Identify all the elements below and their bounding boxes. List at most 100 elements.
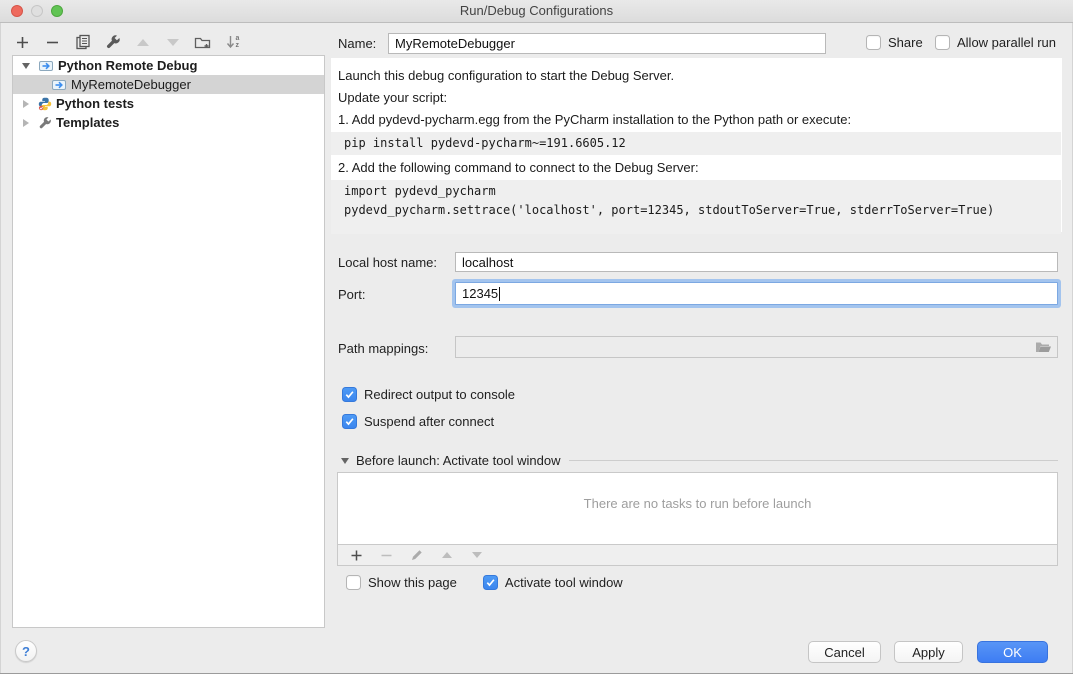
settrace-code: import pydevd_pycharm pydevd_pycharm.set… [331, 180, 1061, 234]
share-checkbox-row[interactable]: Share [866, 35, 923, 50]
tree-item-label: MyRemoteDebugger [71, 77, 191, 92]
checkmark-icon [344, 416, 355, 427]
move-down-button[interactable] [164, 34, 181, 51]
sort-configurations-button[interactable]: az [224, 34, 241, 51]
remove-configuration-button[interactable] [44, 34, 61, 51]
path-mappings-field[interactable] [455, 336, 1058, 358]
question-mark-icon: ? [22, 644, 30, 659]
description-step-2: 2. Add the following command to connect … [338, 157, 1062, 179]
help-button[interactable]: ? [15, 640, 37, 662]
tree-item-myremotedebugger[interactable]: MyRemoteDebugger [13, 75, 324, 94]
down-arrow-icon [472, 552, 482, 558]
configuration-editor: Name: Share Allow parallel run Launch th… [331, 25, 1073, 630]
sort-arrow-icon [226, 35, 235, 50]
checkmark-icon [485, 577, 496, 588]
tree-item-label: Templates [56, 115, 119, 130]
pencil-icon [410, 548, 424, 562]
remote-debug-config-icon [51, 78, 67, 92]
tree-item-label: Python tests [56, 96, 134, 111]
redirect-output-checkbox[interactable] [342, 387, 357, 402]
show-this-page-label: Show this page [368, 575, 457, 590]
suspend-after-connect-label: Suspend after connect [364, 414, 494, 429]
ok-button[interactable]: OK [977, 641, 1048, 663]
suspend-after-connect-checkbox[interactable] [342, 414, 357, 429]
copy-icon [75, 34, 91, 50]
show-this-page-checkbox[interactable] [346, 575, 361, 590]
allow-parallel-label: Allow parallel run [957, 35, 1056, 50]
apply-button-label: Apply [912, 645, 945, 660]
bottom-options-row: Show this page Activate tool window [346, 575, 623, 590]
text-cursor [499, 287, 500, 301]
move-task-down-button[interactable] [468, 547, 485, 564]
checkmark-icon [344, 389, 355, 400]
allow-parallel-checkbox-row[interactable]: Allow parallel run [935, 35, 1056, 50]
ok-button-label: OK [1003, 645, 1022, 660]
edit-templates-button[interactable] [104, 34, 121, 51]
section-divider [569, 460, 1058, 461]
settrace-code-line-1: import pydevd_pycharm [344, 182, 1055, 201]
port-value: 12345 [462, 286, 498, 301]
move-task-up-button[interactable] [438, 547, 455, 564]
description-step-1: 1. Add pydevd-pycharm.egg from the PyCha… [338, 109, 1062, 131]
port-input[interactable]: 12345 [455, 282, 1058, 305]
collapse-caret-icon[interactable] [341, 458, 349, 464]
new-folder-icon [194, 35, 211, 50]
pip-install-code: pip install pydevd-pycharm~=191.6605.12 [331, 132, 1061, 155]
before-launch-task-list[interactable]: There are no tasks to run before launch [337, 472, 1058, 545]
add-task-button[interactable] [348, 547, 365, 564]
cancel-button[interactable]: Cancel [808, 641, 881, 663]
redirect-output-row[interactable]: Redirect output to console [342, 387, 515, 402]
move-up-button[interactable] [134, 34, 151, 51]
expand-caret-icon[interactable] [21, 119, 31, 127]
local-host-input[interactable] [455, 252, 1058, 272]
plus-icon [15, 35, 30, 50]
allow-parallel-checkbox[interactable] [935, 35, 950, 50]
before-launch-title: Before launch: Activate tool window [356, 453, 561, 468]
create-folder-button[interactable] [194, 34, 211, 51]
remove-task-button[interactable] [378, 547, 395, 564]
remote-debug-config-icon [38, 59, 54, 73]
description-pane: Launch this debug configuration to start… [331, 58, 1062, 232]
empty-tasks-message: There are no tasks to run before launch [338, 496, 1057, 511]
add-configuration-button[interactable] [14, 34, 31, 51]
name-label: Name: [338, 36, 376, 51]
minus-icon [380, 549, 393, 562]
task-list-toolbar [337, 544, 1058, 566]
tree-item-python-remote-debug[interactable]: Python Remote Debug [13, 56, 324, 75]
local-host-label: Local host name: [338, 255, 437, 270]
down-arrow-icon [167, 39, 179, 46]
activate-tool-window-label: Activate tool window [505, 575, 623, 590]
activate-tool-window-checkbox[interactable] [483, 575, 498, 590]
redirect-output-label: Redirect output to console [364, 387, 515, 402]
collapse-caret-icon[interactable] [21, 63, 31, 69]
tree-item-templates[interactable]: Templates [13, 113, 324, 132]
expand-caret-icon[interactable] [21, 100, 31, 108]
title-bar: Run/Debug Configurations [0, 0, 1073, 23]
edit-task-button[interactable] [408, 547, 425, 564]
up-arrow-icon [137, 39, 149, 46]
copy-configuration-button[interactable] [74, 34, 91, 51]
up-arrow-icon [442, 552, 452, 558]
share-checkbox[interactable] [866, 35, 881, 50]
wrench-icon [38, 116, 52, 130]
configurations-tree: Python Remote Debug MyRemoteDebugger Pyt… [12, 55, 325, 628]
minus-icon [45, 35, 60, 50]
sort-az-letters: az [236, 35, 240, 49]
tree-item-label: Python Remote Debug [58, 58, 197, 73]
suspend-after-connect-row[interactable]: Suspend after connect [342, 414, 494, 429]
apply-button[interactable]: Apply [894, 641, 963, 663]
path-mappings-label: Path mappings: [338, 341, 428, 356]
wrench-icon [105, 34, 121, 50]
configurations-toolbar: az [14, 30, 241, 54]
tree-item-python-tests[interactable]: Python tests [13, 94, 324, 113]
name-input[interactable] [388, 33, 826, 54]
cancel-button-label: Cancel [824, 645, 864, 660]
port-label: Port: [338, 287, 365, 302]
window-title: Run/Debug Configurations [0, 3, 1073, 18]
description-line-1: Launch this debug configuration to start… [338, 65, 1062, 87]
python-tests-icon [38, 97, 52, 111]
browse-folder-button[interactable] [1035, 340, 1052, 357]
open-folder-icon [1035, 340, 1052, 354]
plus-icon [350, 549, 363, 562]
before-launch-header[interactable]: Before launch: Activate tool window [341, 453, 1058, 468]
